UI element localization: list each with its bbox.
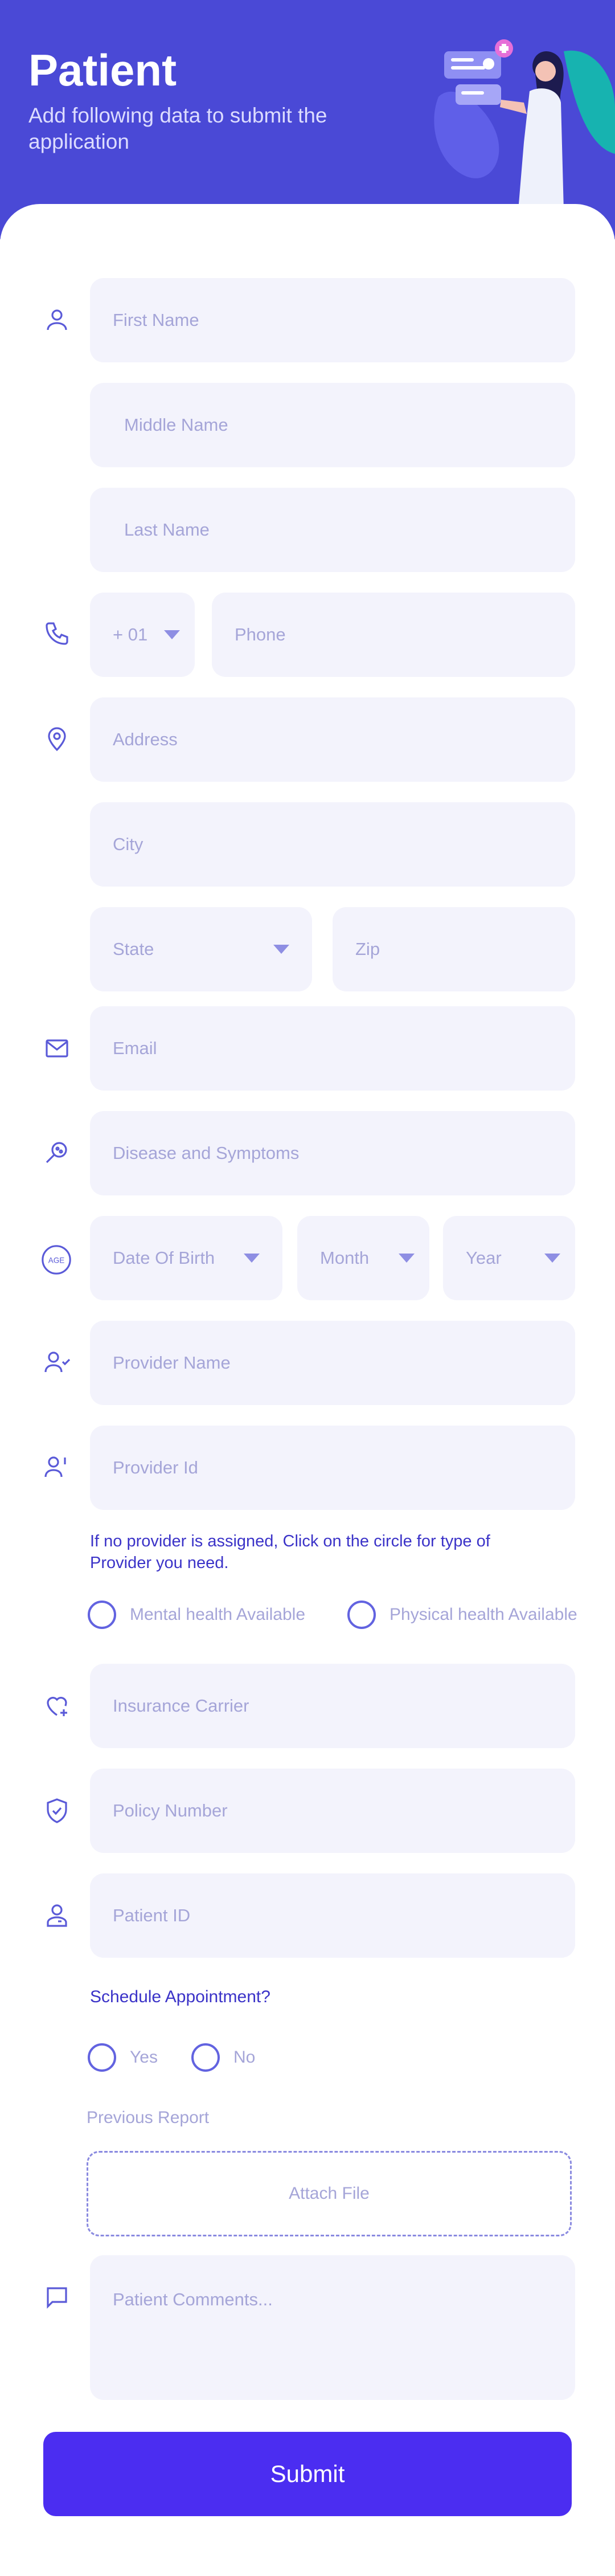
radio-circle[interactable] — [191, 2043, 220, 2072]
appointment-question: Schedule Appointment? — [90, 1987, 270, 2006]
chevron-down-icon — [273, 945, 289, 954]
radio-label: Yes — [130, 2048, 158, 2067]
radio-circle[interactable] — [347, 1601, 376, 1629]
disease-placeholder: Disease and Symptoms — [113, 1143, 300, 1163]
insurance-field[interactable]: Insurance Carrier — [90, 1664, 575, 1748]
radio-label: Mental health Available — [130, 1605, 305, 1624]
year-select[interactable]: Year — [443, 1216, 575, 1300]
zip-field[interactable]: Zip — [333, 907, 575, 991]
shield-check-icon — [41, 1795, 73, 1827]
dob-select[interactable]: Date Of Birth — [90, 1216, 282, 1300]
chevron-down-icon — [544, 1254, 560, 1263]
provider-name-placeholder: Provider Name — [113, 1353, 231, 1373]
radio-circle[interactable] — [88, 2043, 116, 2072]
heart-plus-icon — [41, 1690, 73, 1722]
radio-mental-health[interactable]: Mental health Available — [88, 1601, 305, 1629]
policy-number-field[interactable]: Policy Number — [90, 1769, 575, 1853]
dob-placeholder: Date Of Birth — [113, 1248, 215, 1268]
mail-icon — [41, 1032, 73, 1064]
state-select[interactable]: State — [90, 907, 312, 991]
month-select[interactable]: Month — [297, 1216, 429, 1300]
patient-badge-icon — [41, 1900, 73, 1932]
state-placeholder: State — [113, 939, 154, 959]
year-placeholder: Year — [466, 1248, 502, 1268]
address-placeholder: Address — [113, 729, 178, 749]
user-id-icon — [41, 1451, 73, 1483]
first-name-field[interactable]: First Name — [90, 278, 575, 362]
age-icon: AGE — [39, 1242, 74, 1277]
chevron-down-icon — [244, 1254, 260, 1263]
chevron-down-icon — [164, 630, 180, 639]
page-title: Patient — [28, 45, 177, 95]
email-placeholder: Email — [113, 1038, 157, 1058]
comments-textarea[interactable]: Patient Comments... — [90, 2255, 575, 2400]
radio-label: Physical health Available — [390, 1605, 577, 1624]
first-name-placeholder: First Name — [113, 310, 199, 330]
attach-file-label: Attach File — [289, 2184, 370, 2203]
provider-id-field[interactable]: Provider Id — [90, 1426, 575, 1510]
phone-placeholder: Phone — [235, 624, 286, 644]
month-placeholder: Month — [320, 1248, 370, 1268]
city-field[interactable]: City — [90, 802, 575, 887]
provider-note: If no provider is assigned, Click on the… — [90, 1532, 490, 1572]
virus-magnifier-icon — [41, 1137, 73, 1169]
country-code-value: + 01 — [113, 624, 148, 644]
last-name-placeholder: Last Name — [124, 520, 210, 540]
middle-name-placeholder: Middle Name — [124, 415, 228, 435]
address-field[interactable]: Address — [90, 697, 575, 782]
zip-placeholder: Zip — [355, 939, 380, 959]
previous-report-label: Previous Report — [87, 2108, 210, 2127]
country-code-select[interactable]: + 01 — [90, 593, 195, 677]
middle-name-field[interactable]: Middle Name — [90, 383, 575, 467]
city-placeholder: City — [113, 834, 144, 854]
chevron-down-icon — [399, 1254, 415, 1263]
insurance-placeholder: Insurance Carrier — [113, 1696, 249, 1716]
comments-placeholder: Patient Comments... — [113, 2289, 273, 2309]
radio-physical-health[interactable]: Physical health Available — [347, 1601, 577, 1629]
doctor-illustration — [434, 39, 615, 211]
radio-label: No — [233, 2048, 256, 2067]
last-name-field[interactable]: Last Name — [90, 488, 575, 572]
email-field[interactable]: Email — [90, 1006, 575, 1091]
radio-no[interactable]: No — [191, 2043, 255, 2072]
radio-circle[interactable] — [88, 1601, 116, 1629]
attach-file-dropzone[interactable]: Attach File — [87, 2151, 572, 2236]
location-pin-icon — [41, 722, 73, 754]
user-check-icon — [41, 1346, 73, 1378]
submit-button[interactable]: Submit — [43, 2432, 572, 2516]
phone-icon — [41, 618, 73, 650]
radio-yes[interactable]: Yes — [88, 2043, 158, 2072]
disease-field[interactable]: Disease and Symptoms — [90, 1111, 575, 1195]
provider-name-field[interactable]: Provider Name — [90, 1321, 575, 1405]
policy-number-placeholder: Policy Number — [113, 1801, 228, 1820]
phone-field[interactable]: Phone — [212, 593, 575, 677]
patient-id-placeholder: Patient ID — [113, 1905, 191, 1925]
provider-id-placeholder: Provider Id — [113, 1458, 198, 1477]
header: Patient Add following data to submit the… — [0, 0, 615, 239]
comment-icon — [41, 2281, 73, 2313]
user-icon — [41, 304, 73, 336]
age-icon-label: AGE — [48, 1256, 65, 1264]
page-subtitle: Add following data to submit the applica… — [28, 104, 327, 153]
patient-id-field[interactable]: Patient ID — [90, 1873, 575, 1958]
